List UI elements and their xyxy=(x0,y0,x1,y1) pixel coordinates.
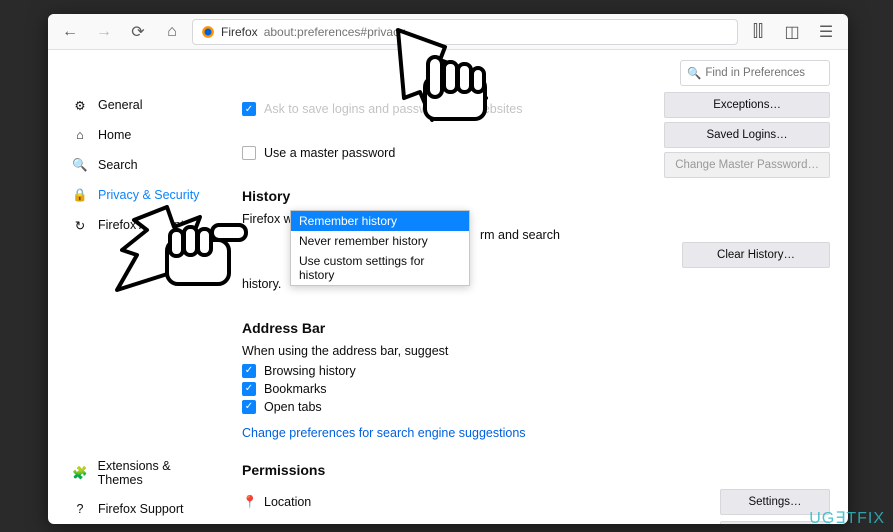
sidebar-item-support[interactable]: ? Firefox Support xyxy=(64,494,224,524)
url-text: about:preferences#privacy xyxy=(264,25,405,39)
sidebar-item-label: Search xyxy=(98,158,138,172)
sidebar-icon: ◫ xyxy=(784,22,799,42)
pointer-hand-left xyxy=(112,195,252,315)
history-desc-suffix: rm and search xyxy=(480,228,560,242)
firefox-icon xyxy=(201,25,215,39)
watermark: UG∃TFIX xyxy=(809,508,885,528)
change-master-password-button: Change Master Password… xyxy=(664,152,830,178)
master-password-checkbox[interactable] xyxy=(242,146,256,160)
back-button[interactable]: ← xyxy=(56,18,84,46)
search-placeholder: Find in Preferences xyxy=(705,67,805,79)
gear-icon: ⚙ xyxy=(72,97,88,113)
suggest-browsing-history-checkbox[interactable]: ✓ xyxy=(242,364,256,378)
addressbar-subtitle: When using the address bar, suggest xyxy=(242,344,830,358)
sidebar-item-search[interactable]: 🔍 Search xyxy=(64,150,216,180)
url-app-label: Firefox xyxy=(221,25,258,39)
suggest-browsing-history-row: ✓ Browsing history xyxy=(242,364,830,378)
permission-location-row: 📍 Location Settings… xyxy=(242,486,830,518)
suggest-browsing-history-label: Browsing history xyxy=(264,364,356,378)
puzzle-icon: 🧩 xyxy=(72,465,88,481)
reload-icon: ⟳ xyxy=(131,22,144,42)
suggest-bookmarks-label: Bookmarks xyxy=(264,382,327,396)
permissions-heading: Permissions xyxy=(242,462,830,478)
pointer-hand-top xyxy=(390,22,520,142)
sync-icon: ↻ xyxy=(72,217,88,233)
suggest-open-tabs-label: Open tabs xyxy=(264,400,322,414)
help-icon: ? xyxy=(72,501,88,517)
history-mode-row: Firefox wi Remember history Never rememb… xyxy=(242,212,830,226)
search-icon: 🔍 xyxy=(72,157,88,173)
permission-location-label: Location xyxy=(264,495,311,509)
exceptions-button[interactable]: Exceptions… xyxy=(664,92,830,118)
menu-button[interactable]: ☰ xyxy=(812,18,840,46)
ask-save-logins-checkbox[interactable]: ✓ xyxy=(242,102,256,116)
sidebar-item-label: Extensions & Themes xyxy=(98,459,216,487)
home-icon: ⌂ xyxy=(72,127,88,143)
history-option-never[interactable]: Never remember history xyxy=(291,231,469,251)
clear-history-button[interactable]: Clear History… xyxy=(682,242,830,268)
master-password-label: Use a master password xyxy=(264,146,395,160)
suggest-bookmarks-checkbox[interactable]: ✓ xyxy=(242,382,256,396)
suggest-bookmarks-row: ✓ Bookmarks xyxy=(242,382,830,396)
suggest-open-tabs-checkbox[interactable]: ✓ xyxy=(242,400,256,414)
suggest-open-tabs-row: ✓ Open tabs xyxy=(242,400,830,414)
sidebar-item-extensions[interactable]: 🧩 Extensions & Themes xyxy=(64,452,224,494)
home-icon: ⌂ xyxy=(167,23,177,41)
forward-icon: → xyxy=(96,23,112,41)
history-option-remember[interactable]: Remember history xyxy=(291,211,469,231)
library-button[interactable]: ⫿⫿ xyxy=(744,18,772,46)
menu-icon: ☰ xyxy=(819,22,833,42)
forward-button[interactable]: → xyxy=(90,18,118,46)
addressbar-heading: Address Bar xyxy=(242,320,830,336)
location-icon: 📍 xyxy=(242,495,256,509)
search-icon: 🔍 xyxy=(687,66,701,80)
preferences-main: 🔍 Find in Preferences Exceptions… Saved … xyxy=(216,50,848,524)
history-option-custom[interactable]: Use custom settings for history xyxy=(291,251,469,285)
history-mode-dropdown[interactable]: Remember history Never remember history … xyxy=(290,210,470,286)
home-button[interactable]: ⌂ xyxy=(158,18,186,46)
reload-button[interactable]: ⟳ xyxy=(124,18,152,46)
sidebar-item-general[interactable]: ⚙ General xyxy=(64,90,216,120)
saved-logins-button[interactable]: Saved Logins… xyxy=(664,122,830,148)
sidebar-item-label: Home xyxy=(98,128,131,142)
search-preferences-input[interactable]: 🔍 Find in Preferences xyxy=(680,60,830,86)
library-icon: ⫿⫿ xyxy=(753,23,763,41)
sidebar-bottom: 🧩 Extensions & Themes ? Firefox Support xyxy=(64,452,224,524)
sidebar-item-home[interactable]: ⌂ Home xyxy=(64,120,216,150)
lock-icon: 🔒 xyxy=(72,187,88,203)
history-heading: History xyxy=(242,188,830,204)
sidebar-toggle-button[interactable]: ◫ xyxy=(778,18,806,46)
permission-camera-row: 📷 Camera Settings… xyxy=(242,518,830,525)
sidebar-item-label: General xyxy=(98,98,142,112)
search-suggestions-link[interactable]: Change preferences for search engine sug… xyxy=(242,426,526,440)
sidebar-item-label: Firefox Support xyxy=(98,502,183,516)
back-icon: ← xyxy=(62,23,78,41)
